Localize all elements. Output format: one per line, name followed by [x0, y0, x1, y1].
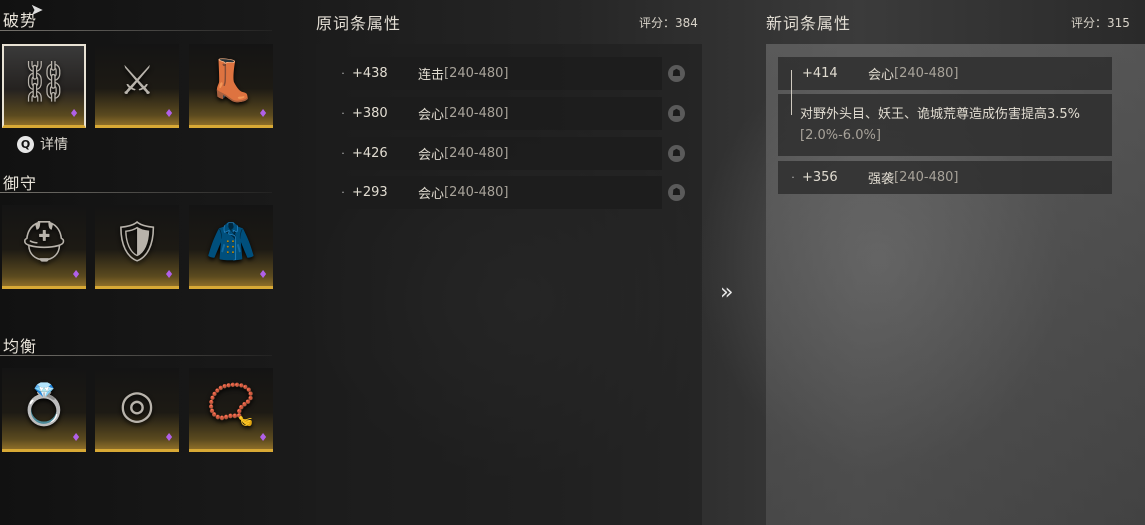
attribute-name: 会心 — [418, 148, 445, 163]
section-divider — [0, 30, 272, 31]
purple-gem-icon: ♦ — [69, 107, 79, 120]
attribute-row[interactable]: · +380 会心 [240-480] — [328, 97, 662, 130]
equip-slot-cloak[interactable]: 🧥 ♦ — [189, 205, 273, 289]
equip-slot-bracelet[interactable]: ◎ ♦ — [95, 368, 179, 452]
attribute-value: +356 — [802, 170, 838, 185]
attribute-range: [240-480] — [444, 106, 509, 121]
equip-slot-necklace[interactable]: 📿 ♦ — [189, 368, 273, 452]
attribute-name: 连击 — [418, 68, 445, 83]
necklace-icon: 📿 — [206, 382, 256, 429]
attribute-name: 强袭 — [868, 172, 895, 187]
equip-slot-boots[interactable]: 👢 ♦ — [189, 44, 273, 128]
attribute-value: +414 — [802, 66, 838, 81]
attribute-effect-description[interactable]: 对野外头目、妖王、诡城荒尊造成伤害提高3.5% [2.0%-6.0%] — [778, 94, 1112, 156]
attribute-name: 会心 — [418, 108, 445, 123]
attribute-row[interactable]: · +356 强袭 [240-480] — [778, 161, 1112, 194]
belt-icon: ⛓ — [18, 59, 70, 106]
attribute-value: +438 — [352, 66, 388, 81]
new-attributes-panel: +414 会心 [240-480] 对野外头目、妖王、诡城荒尊造成伤害提高3.5… — [766, 44, 1145, 525]
bracer-icon: ⚔ — [119, 58, 155, 105]
bullet: · — [341, 67, 345, 80]
original-attributes-panel: · +438 连击 [240-480] ☗ · +380 会心 [240-480… — [316, 44, 702, 525]
attribute-row[interactable]: · +293 会心 [240-480] — [328, 176, 662, 209]
effect-range: [2.0%-6.0%] — [800, 128, 881, 143]
section-title-junheng: 均衡 — [3, 337, 38, 356]
attribute-value: +293 — [352, 185, 388, 200]
purple-gem-icon: ♦ — [71, 268, 81, 281]
effect-text: 对野外头目、妖王、诡城荒尊造成伤害提高3.5% — [800, 107, 1081, 122]
lock-icon[interactable]: ☗ — [668, 65, 685, 82]
bracelet-icon: ◎ — [119, 382, 155, 429]
section-divider — [0, 192, 272, 193]
original-panel-title: 原词条属性 — [316, 14, 402, 33]
purple-gem-icon: ♦ — [258, 431, 268, 444]
lock-icon[interactable]: ☗ — [668, 184, 685, 201]
equipment-column: ➤ 破势 ⛓ ♦ ⚔ ♦ 👢 ♦ Q 详情 御守 ⛑ ♦ 🛡 ♦ 🧥 ♦ 均衡 … — [0, 0, 290, 525]
equip-slot-armor[interactable]: 🛡 ♦ — [95, 205, 179, 289]
helmet-icon: ⛑ — [18, 219, 70, 266]
equip-slot-helmet[interactable]: ⛑ ♦ — [2, 205, 86, 289]
bullet: · — [341, 107, 345, 120]
equip-slot-ring[interactable]: 💍 ♦ — [2, 368, 86, 452]
equip-slot-belt[interactable]: ⛓ ♦ — [2, 44, 86, 128]
attribute-row[interactable]: · +426 会心 [240-480] — [328, 137, 662, 170]
detail-button[interactable]: Q 详情 — [17, 134, 68, 154]
section-title-poshi: 破势 — [3, 11, 38, 30]
purple-gem-icon: ♦ — [71, 431, 81, 444]
attribute-range: [240-480] — [894, 66, 959, 81]
attribute-row[interactable]: +414 会心 [240-480] — [778, 57, 1112, 90]
attribute-range: [240-480] — [894, 170, 959, 185]
group-bracket — [791, 70, 792, 115]
purple-gem-icon: ♦ — [164, 268, 174, 281]
q-key-icon: Q — [17, 135, 34, 153]
detail-label: 详情 — [40, 137, 68, 153]
new-panel-title: 新词条属性 — [766, 14, 852, 33]
equip-slot-bracer[interactable]: ⚔ ♦ — [95, 44, 179, 128]
section-divider — [0, 355, 272, 356]
attribute-value: +426 — [352, 146, 388, 161]
new-score: 评分：315 — [1071, 16, 1130, 30]
bullet: · — [791, 171, 795, 184]
bullet: · — [341, 147, 345, 160]
attribute-value: +380 — [352, 106, 388, 121]
purple-gem-icon: ♦ — [258, 268, 268, 281]
lock-icon[interactable]: ☗ — [668, 105, 685, 122]
attribute-range: [240-480] — [444, 146, 509, 161]
section-title-yushou: 御守 — [3, 174, 38, 193]
purple-gem-icon: ♦ — [164, 107, 174, 120]
attribute-range: [240-480] — [444, 185, 509, 200]
attribute-row[interactable]: · +438 连击 [240-480] — [328, 57, 662, 90]
original-score: 评分：384 — [639, 16, 698, 30]
attribute-name: 会心 — [418, 187, 445, 202]
double-chevron-right-icon: » — [720, 280, 734, 305]
ring-icon: 💍 — [19, 382, 69, 429]
lock-icon[interactable]: ☗ — [668, 145, 685, 162]
purple-gem-icon: ♦ — [164, 431, 174, 444]
attribute-range: [240-480] — [444, 66, 509, 81]
boots-icon: 👢 — [206, 58, 256, 105]
armor-icon: 🛡 — [111, 219, 163, 266]
purple-gem-icon: ♦ — [258, 107, 268, 120]
bullet: · — [341, 186, 345, 199]
cloak-icon: 🧥 — [206, 219, 256, 266]
attribute-name: 会心 — [868, 68, 895, 83]
